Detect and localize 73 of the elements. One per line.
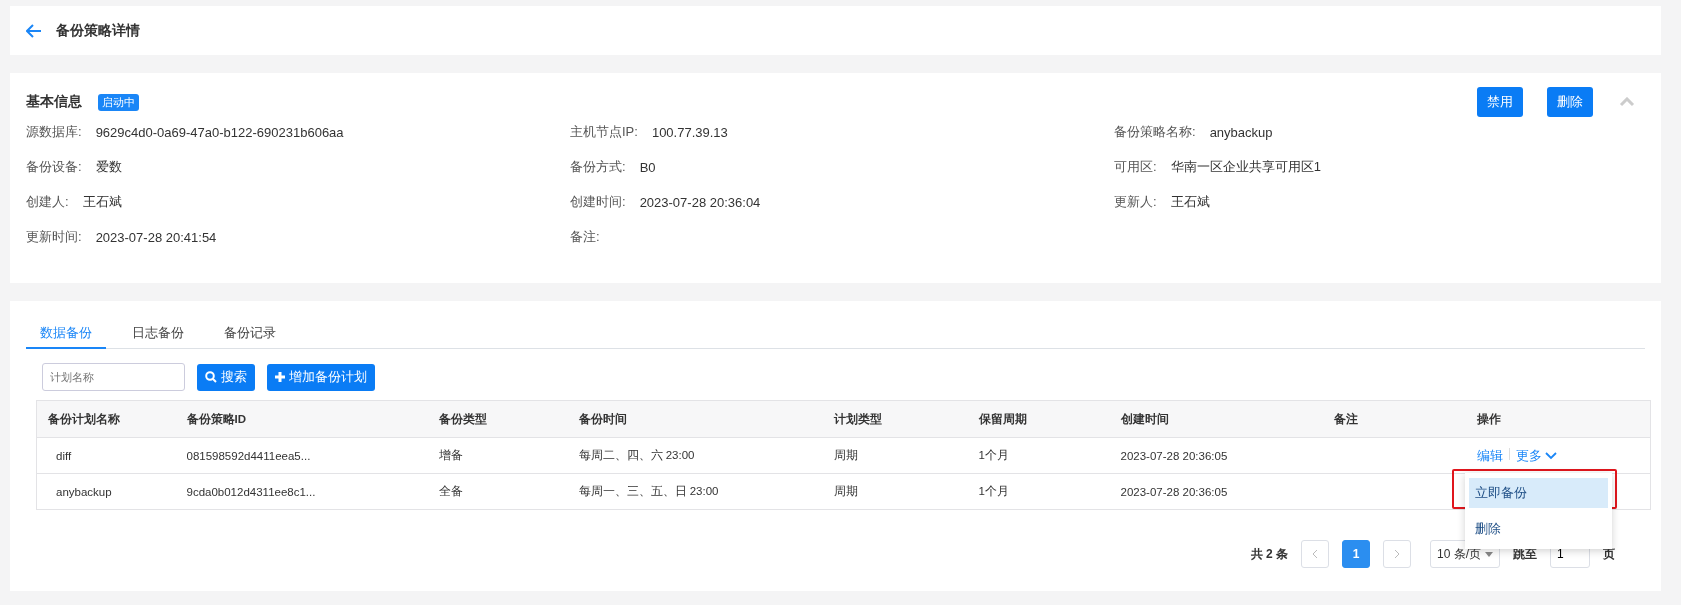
table-cell: 增备	[438, 449, 463, 461]
field-value: 爱数	[95, 158, 122, 176]
table-cell: 全备	[438, 485, 463, 497]
field-label: 更新人:	[1114, 193, 1157, 211]
search-icon	[205, 371, 217, 383]
field-value: B0	[639, 159, 656, 175]
field-label: 可用区:	[1114, 158, 1157, 176]
table-cell: diff	[56, 449, 72, 462]
chevron-down-icon	[1544, 451, 1557, 460]
page-size-select[interactable]: 10 条/页	[1430, 540, 1500, 568]
add-plan-button[interactable]: 增加备份计划	[267, 363, 375, 391]
field-value: 2023-07-28 20:41:54	[95, 229, 217, 245]
field-label: 创建时间:	[570, 193, 626, 211]
table-cell: 周期	[833, 485, 858, 497]
table-cell: 每周二、四、六 23:00	[578, 449, 695, 461]
collapse-icon[interactable]	[1619, 97, 1635, 107]
field-value: 100.77.39.13	[651, 124, 728, 140]
table-cell: 2023-07-28 20:36:05	[1120, 485, 1228, 498]
column-header: 备份策略ID	[175, 400, 428, 438]
chevron-left-icon	[1312, 549, 1318, 559]
column-header: 备份时间	[567, 400, 823, 438]
column-header: 备份计划名称	[36, 400, 176, 438]
column-header: 计划类型	[822, 400, 968, 438]
search-button[interactable]: 搜索	[197, 363, 255, 391]
page-button[interactable]: 1	[1342, 540, 1370, 568]
jump-label: 跳至	[1513, 545, 1537, 563]
field-value: 9629c4d0-0a69-47a0-b122-690231b606aa	[95, 124, 344, 140]
field-value: 王石斌	[1170, 193, 1210, 211]
delete-button[interactable]: 删除	[1547, 87, 1593, 117]
tab[interactable]: 数据备份	[26, 319, 106, 349]
back-arrow-icon[interactable]	[26, 23, 42, 38]
status-badge: 启动中	[98, 93, 139, 111]
page-unit: 页	[1603, 545, 1615, 563]
field-label: 备注:	[570, 228, 600, 246]
table-cell: 081598592d4411eea5...	[186, 449, 311, 462]
column-header: 备注	[1322, 400, 1466, 438]
table-cell: 2023-07-28 20:36:05	[1120, 449, 1228, 462]
field-label: 更新时间:	[26, 228, 82, 246]
column-header: 备份类型	[427, 400, 568, 438]
field-label: 备份设备:	[26, 158, 82, 176]
field-value: 王石斌	[82, 193, 122, 211]
column-header: 创建时间	[1109, 400, 1323, 438]
tab[interactable]: 备份记录	[210, 319, 290, 349]
table-cell: 周期	[833, 449, 858, 461]
page-title: 备份策略详情	[56, 21, 140, 40]
disable-button[interactable]: 禁用	[1477, 87, 1523, 117]
field-value: 华南一区企业共享可用区1	[1170, 158, 1321, 176]
field-label: 创建人:	[26, 193, 69, 211]
more-link[interactable]: 更多	[1515, 446, 1557, 465]
field-label: 备份方式:	[570, 158, 626, 176]
tab[interactable]: 日志备份	[118, 319, 198, 349]
table-cell: 1个月	[978, 449, 1009, 461]
column-header: 保留周期	[967, 400, 1110, 438]
field-value: anybackup	[1209, 124, 1273, 140]
section-title: 基本信息	[26, 93, 82, 111]
field-label: 备份策略名称:	[1114, 123, 1196, 141]
field-label: 源数据库:	[26, 123, 82, 141]
table-cell: 9cda0b012d4311ee8c1...	[186, 485, 316, 498]
table-cell: 1个月	[978, 485, 1009, 497]
chevron-right-icon	[1394, 549, 1400, 559]
caret-icon	[1485, 551, 1493, 557]
table-cell: 每周一、三、五、日 23:00	[578, 485, 719, 497]
menu-item[interactable]: 立即备份	[1469, 478, 1608, 508]
table-cell: anybackup	[56, 485, 112, 498]
field-label: 主机节点IP:	[570, 123, 638, 141]
column-header: 操作	[1465, 400, 1651, 438]
next-page-button[interactable]	[1383, 540, 1411, 568]
plus-icon	[275, 372, 285, 382]
search-field[interactable]: 计划名称	[42, 363, 185, 391]
edit-link[interactable]: 编辑	[1476, 447, 1503, 463]
field-value: 2023-07-28 20:36:04	[639, 194, 761, 210]
prev-page-button[interactable]	[1301, 540, 1329, 568]
total-count: 共 2 条	[1250, 545, 1288, 563]
